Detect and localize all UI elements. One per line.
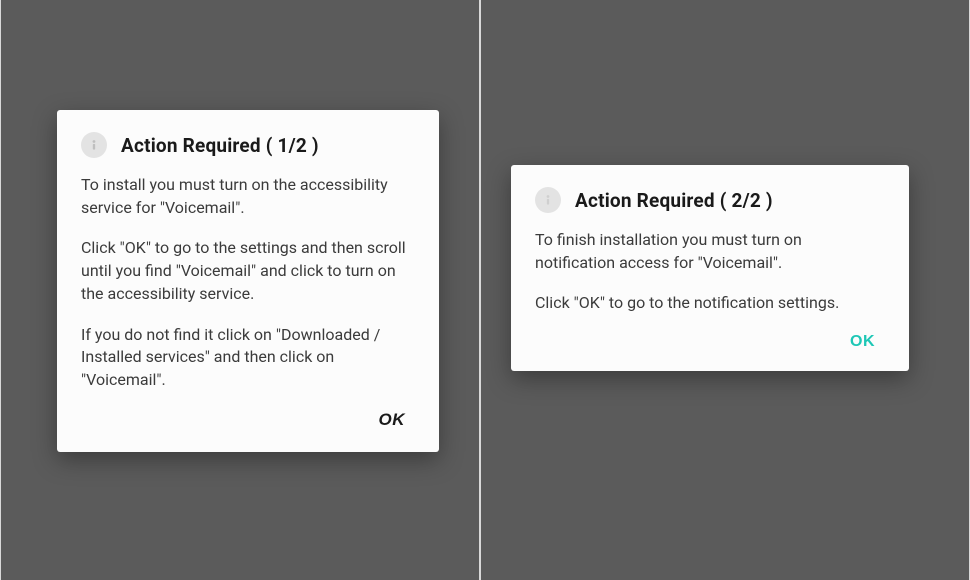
dialog-paragraph: To install you must turn on the accessib… <box>81 174 415 219</box>
dialog-body: To install you must turn on the accessib… <box>81 174 415 392</box>
dialog-paragraph: To finish installation you must turn on … <box>535 229 885 274</box>
screen-left: Action Required ( 1/2 ) To install you m… <box>0 0 480 580</box>
ok-button[interactable]: OK <box>840 325 885 359</box>
dialog-header: Action Required ( 2/2 ) <box>535 187 885 213</box>
screen-right: Action Required ( 2/2 ) To finish instal… <box>480 0 970 580</box>
dialog-actions: OK <box>81 402 415 438</box>
ok-button[interactable]: OK <box>369 402 416 438</box>
dialog-paragraph: If you do not find it click on "Download… <box>81 324 415 392</box>
dialog-paragraph: Click "OK" to go to the notification set… <box>535 292 885 315</box>
info-icon <box>81 132 107 158</box>
dialog-action-required-1: Action Required ( 1/2 ) To install you m… <box>57 110 439 452</box>
dialog-title: Action Required ( 1/2 ) <box>121 134 319 157</box>
dialog-title: Action Required ( 2/2 ) <box>575 189 773 212</box>
dialog-action-required-2: Action Required ( 2/2 ) To finish instal… <box>511 165 909 371</box>
dialog-body: To finish installation you must turn on … <box>535 229 885 315</box>
info-icon <box>535 187 561 213</box>
dialog-paragraph: Click "OK" to go to the settings and the… <box>81 237 415 305</box>
dialog-header: Action Required ( 1/2 ) <box>81 132 415 158</box>
dialog-actions: OK <box>535 325 885 359</box>
